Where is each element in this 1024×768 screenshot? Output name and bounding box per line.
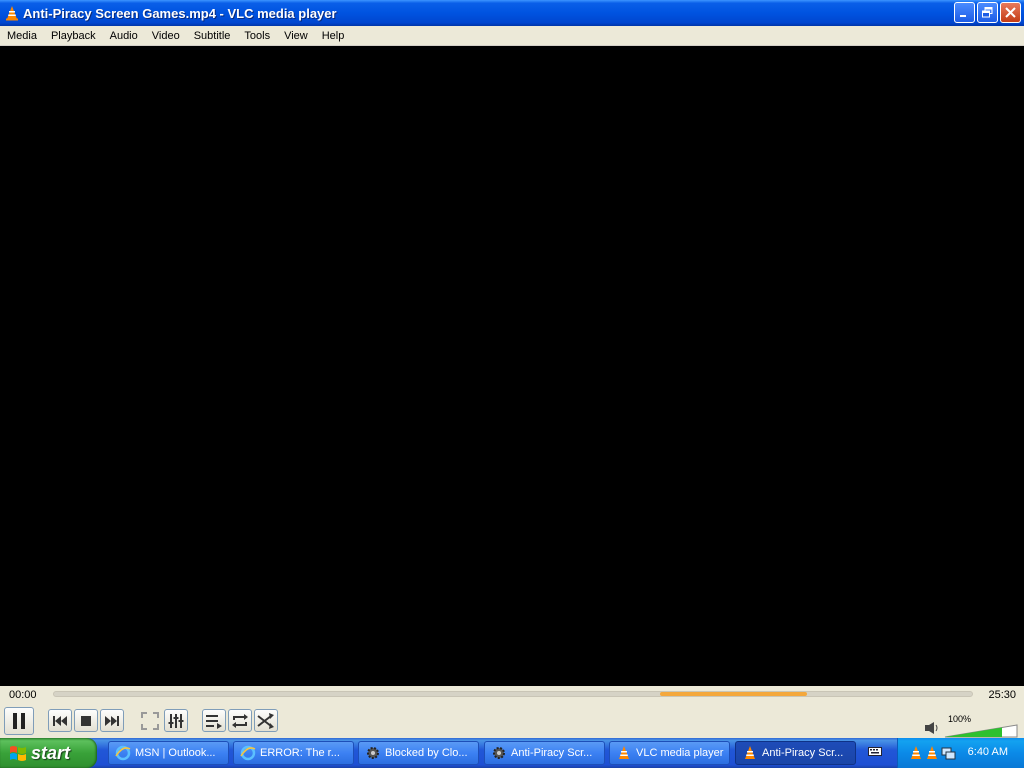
seek-bar[interactable]	[53, 691, 973, 697]
pause-icon	[13, 713, 25, 729]
taskbar-button-antipiracy-1[interactable]: Anti-Piracy Scr...	[484, 741, 605, 765]
task-label: VLC media player	[636, 747, 724, 759]
vlc-tray-icon[interactable]	[924, 745, 940, 761]
taskbar-button-vlc[interactable]: VLC media player	[609, 741, 730, 765]
minimize-icon	[960, 15, 966, 17]
vlc-cone-icon	[6, 6, 18, 21]
extended-settings-button[interactable]	[164, 709, 188, 732]
loop-button[interactable]	[228, 709, 252, 732]
menu-video[interactable]: Video	[146, 26, 186, 46]
stop-button[interactable]	[74, 709, 98, 732]
start-button[interactable]: start	[0, 738, 97, 768]
fullscreen-icon	[141, 711, 159, 730]
taskbar-button-blocked[interactable]: Blocked by Clo...	[358, 741, 479, 765]
playlist-button[interactable]	[202, 709, 226, 732]
task-label: Anti-Piracy Scr...	[511, 747, 593, 759]
task-label: Blocked by Clo...	[385, 747, 468, 759]
shuffle-button[interactable]	[254, 709, 278, 732]
taskbar-button-error[interactable]: ERROR: The r...	[233, 741, 354, 765]
menu-help[interactable]: Help	[316, 26, 351, 46]
equalizer-icon	[168, 713, 184, 728]
elapsed-time: 00:00	[9, 689, 37, 701]
player-controls: 00:00 25:30 100%	[0, 686, 1024, 738]
clock: 6:40 AM	[967, 746, 1008, 758]
ie-icon	[115, 745, 131, 761]
minimize-button[interactable]	[954, 2, 975, 23]
task-label: Anti-Piracy Scr...	[762, 747, 844, 759]
close-button[interactable]	[1000, 2, 1021, 23]
window-title: Anti-Piracy Screen Games.mp4 - VLC media…	[23, 5, 337, 21]
vlc-tray-icon[interactable]	[908, 745, 924, 761]
vlc-icon	[745, 746, 755, 759]
keyboard-icon[interactable]	[868, 745, 882, 757]
shuffle-icon	[257, 712, 274, 729]
volume-slider[interactable]	[944, 724, 1019, 738]
next-button[interactable]	[100, 709, 124, 732]
vlc-icon	[619, 746, 629, 759]
loop-icon	[232, 713, 248, 728]
pause-button[interactable]	[4, 707, 34, 735]
task-label: ERROR: The r...	[260, 747, 340, 759]
network-icon[interactable]	[940, 745, 956, 761]
start-label: start	[31, 742, 71, 763]
seek-buffer-fill	[660, 692, 807, 696]
taskbar-button-msn[interactable]: MSN | Outlook...	[108, 741, 229, 765]
menu-media[interactable]: Media	[1, 26, 43, 46]
previous-icon	[53, 715, 67, 726]
taskbar-button-antipiracy-2[interactable]: Anti-Piracy Scr...	[735, 741, 856, 765]
menu-audio[interactable]: Audio	[104, 26, 144, 46]
menu-bar: Media Playback Audio Video Subtitle Tool…	[0, 26, 1024, 46]
title-bar[interactable]: Anti-Piracy Screen Games.mp4 - VLC media…	[0, 0, 1024, 26]
windows-logo-icon	[10, 745, 26, 761]
menu-playback[interactable]: Playback	[45, 26, 102, 46]
fullscreen-button[interactable]	[138, 709, 162, 732]
system-tray: 6:40 AM	[897, 738, 1024, 768]
menu-tools[interactable]: Tools	[238, 26, 276, 46]
restore-button[interactable]	[977, 2, 998, 23]
gear-icon	[493, 747, 505, 759]
speaker-icon[interactable]	[924, 721, 940, 735]
stop-icon	[81, 715, 91, 726]
volume-percent: 100%	[948, 714, 972, 724]
menu-view[interactable]: View	[278, 26, 314, 46]
restore-icon	[982, 7, 993, 18]
task-label: MSN | Outlook...	[135, 747, 216, 759]
playlist-icon	[206, 714, 222, 729]
total-time: 25:30	[988, 689, 1016, 701]
next-icon	[105, 715, 119, 726]
close-icon	[1005, 7, 1016, 18]
video-output[interactable]	[0, 46, 1024, 686]
menu-subtitle[interactable]: Subtitle	[188, 26, 237, 46]
ie-icon	[240, 745, 256, 761]
gear-icon	[367, 747, 379, 759]
previous-button[interactable]	[48, 709, 72, 732]
